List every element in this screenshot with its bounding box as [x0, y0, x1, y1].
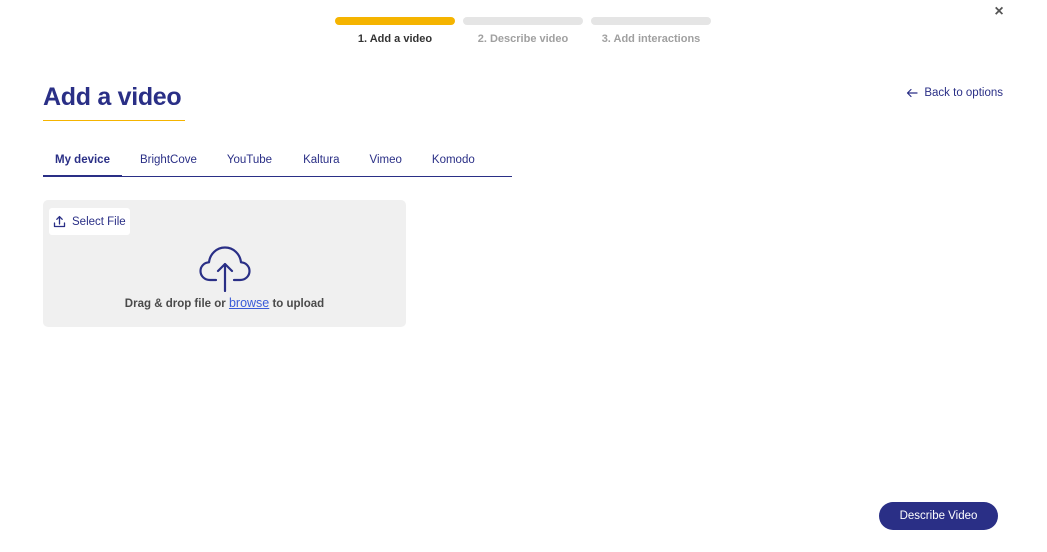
drop-text-before: Drag & drop file or [124, 298, 229, 310]
tab-komodo[interactable]: Komodo [414, 147, 487, 177]
step-label: 1. Add a video [357, 33, 433, 45]
tab-vimeo[interactable]: Vimeo [352, 147, 414, 177]
drop-text-after: to upload [269, 298, 325, 310]
progress-stepper: 1. Add a video 2. Describe video 3. Add … [335, 17, 711, 45]
step-describe-video: 2. Describe video [463, 17, 583, 45]
arrow-left-icon [907, 88, 918, 98]
step-add-interactions: 3. Add interactions [591, 17, 711, 45]
cloud-upload-icon [199, 246, 251, 292]
title-underline [43, 120, 185, 121]
step-progress-bar [591, 17, 711, 25]
browse-link[interactable]: browse [229, 296, 269, 310]
source-tabs: My device BrightCove YouTube Kaltura Vim… [43, 147, 512, 177]
back-to-options-link[interactable]: Back to options [906, 87, 1003, 99]
upload-icon [53, 215, 66, 228]
step-add-video: 1. Add a video [335, 17, 455, 45]
page-title: Add a video [43, 83, 182, 111]
step-progress-bar [335, 17, 455, 25]
tab-my-device[interactable]: My device [43, 147, 122, 177]
step-progress-bar [463, 17, 583, 25]
tab-youtube[interactable]: YouTube [209, 147, 284, 177]
tab-brightcove[interactable]: BrightCove [122, 147, 209, 177]
back-link-label: Back to options [924, 87, 1003, 99]
describe-video-button[interactable]: Describe Video [879, 502, 998, 530]
close-icon[interactable]: × [991, 4, 1007, 20]
dropzone-instructions: Drag & drop file or browse to upload [43, 296, 406, 310]
step-label: 2. Describe video [477, 33, 569, 45]
tab-kaltura[interactable]: Kaltura [284, 147, 351, 177]
file-dropzone[interactable]: Select File Drag & drop file or browse t… [43, 200, 406, 327]
step-label: 3. Add interactions [601, 33, 701, 45]
select-file-label: Select File [72, 215, 126, 228]
select-file-button[interactable]: Select File [49, 208, 130, 235]
